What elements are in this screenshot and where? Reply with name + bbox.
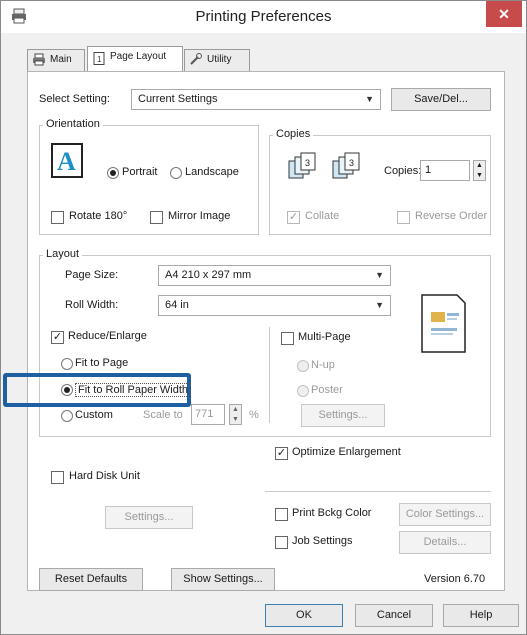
tab-page-layout[interactable]: 1 Page Layout bbox=[87, 46, 183, 72]
chevron-down-icon: ▼ bbox=[375, 270, 384, 280]
page-size-value: A4 210 x 297 mm bbox=[165, 269, 252, 281]
save-del-button[interactable]: Save/Del... bbox=[391, 88, 491, 111]
collate-sets-icon: 3 bbox=[332, 152, 360, 179]
layout-title: Layout bbox=[43, 248, 83, 260]
page-size-label: Page Size: bbox=[65, 269, 119, 281]
select-setting-value: Current Settings bbox=[138, 93, 218, 105]
scale-value: 771 bbox=[195, 408, 214, 420]
scale-input[interactable]: 771 bbox=[191, 404, 225, 425]
chevron-down-icon: ▼ bbox=[365, 94, 374, 104]
n-up-label: N-up bbox=[311, 359, 335, 371]
printer-icon bbox=[33, 53, 45, 66]
reset-defaults-button[interactable]: Reset Defaults bbox=[39, 568, 143, 591]
job-settings-label: Job Settings bbox=[292, 535, 353, 547]
tab-utility-label: Utility bbox=[207, 54, 232, 65]
select-setting-label: Select Setting: bbox=[39, 93, 110, 105]
svg-text:3: 3 bbox=[349, 158, 354, 168]
poster-radio[interactable] bbox=[297, 385, 309, 397]
layout-preview-icon bbox=[421, 294, 466, 353]
hard-disk-unit-checkbox[interactable] bbox=[51, 471, 64, 484]
orientation-title: Orientation bbox=[43, 118, 103, 130]
reduce-enlarge-checkbox[interactable]: ✓ bbox=[51, 331, 64, 344]
multi-page-settings-button[interactable]: Settings... bbox=[301, 404, 385, 427]
rotate-180-label: Rotate 180° bbox=[69, 210, 128, 222]
scale-spinner[interactable]: ▲ ▼ bbox=[229, 404, 242, 425]
page-size-combo[interactable]: A4 210 x 297 mm ▼ bbox=[158, 265, 391, 286]
reverse-order-checkbox[interactable] bbox=[397, 211, 410, 224]
collate-copies-icon: 3 bbox=[288, 152, 316, 179]
fit-to-page-label: Fit to Page bbox=[75, 357, 129, 369]
svg-text:3: 3 bbox=[305, 158, 310, 168]
custom-radio[interactable] bbox=[61, 410, 73, 422]
multi-page-checkbox[interactable] bbox=[281, 332, 294, 345]
fit-to-roll-label: Fit to Roll Paper Width bbox=[75, 383, 192, 397]
job-settings-checkbox[interactable] bbox=[275, 536, 288, 549]
copies-value: 1 bbox=[425, 164, 432, 176]
color-settings-button[interactable]: Color Settings... bbox=[399, 503, 491, 526]
reverse-order-label: Reverse Order bbox=[415, 210, 488, 222]
optimize-enlargement-checkbox[interactable]: ✓ bbox=[275, 447, 288, 460]
roll-width-value: 64 in bbox=[165, 299, 189, 311]
collate-checkbox[interactable]: ✓ bbox=[287, 211, 300, 224]
orientation-preview-icon: A bbox=[51, 143, 83, 178]
n-up-radio[interactable] bbox=[297, 360, 309, 372]
landscape-radio[interactable] bbox=[170, 167, 182, 179]
reduce-enlarge-label: Reduce/Enlarge bbox=[68, 330, 147, 342]
help-button[interactable]: Help bbox=[443, 604, 519, 627]
window-title: Printing Preferences bbox=[195, 8, 332, 25]
print-bckg-color-label: Print Bckg Color bbox=[292, 507, 372, 519]
cancel-button[interactable]: Cancel bbox=[355, 604, 433, 627]
copies-label: Copies: bbox=[384, 165, 422, 177]
rotate-180-checkbox[interactable] bbox=[51, 211, 64, 224]
print-bckg-color-checkbox[interactable] bbox=[275, 508, 288, 521]
show-settings-button[interactable]: Show Settings... bbox=[171, 568, 275, 591]
portrait-radio[interactable] bbox=[107, 167, 119, 179]
tab-page-layout-label: Page Layout bbox=[110, 51, 167, 62]
portrait-label: Portrait bbox=[122, 166, 158, 178]
mirror-image-label: Mirror Image bbox=[168, 210, 231, 222]
svg-text:1: 1 bbox=[97, 55, 102, 64]
hdd-settings-button[interactable]: Settings... bbox=[105, 506, 193, 529]
landscape-label: Landscape bbox=[185, 166, 239, 178]
copies-spinner[interactable]: ▲ ▼ bbox=[473, 160, 486, 181]
separator bbox=[265, 491, 491, 492]
mirror-image-checkbox[interactable] bbox=[150, 211, 163, 224]
page-icon: 1 bbox=[93, 52, 105, 65]
fit-to-roll-radio[interactable] bbox=[61, 384, 73, 396]
select-setting-combo[interactable]: Current Settings ▼ bbox=[131, 89, 381, 110]
roll-width-label: Roll Width: bbox=[65, 299, 119, 311]
fit-to-page-radio[interactable] bbox=[61, 358, 73, 370]
tab-main[interactable]: Main bbox=[27, 49, 85, 71]
svg-text:A: A bbox=[57, 147, 76, 176]
optimize-enlargement-label: Optimize Enlargement bbox=[292, 446, 401, 458]
copies-title: Copies bbox=[273, 128, 314, 140]
printing-preferences-window: Printing Preferences ✕ Main 1 Page Layou… bbox=[0, 0, 527, 635]
chevron-down-icon: ▼ bbox=[375, 300, 384, 310]
version-label: Version 6.70 bbox=[424, 573, 486, 585]
custom-label: Custom bbox=[75, 409, 113, 421]
close-button[interactable]: ✕ bbox=[486, 1, 522, 27]
collate-label: Collate bbox=[305, 210, 340, 222]
scale-to-label: Scale to bbox=[143, 409, 183, 421]
layout-divider bbox=[269, 327, 270, 423]
roll-width-combo[interactable]: 64 in ▼ bbox=[158, 295, 391, 316]
tab-main-label: Main bbox=[50, 54, 72, 65]
details-button[interactable]: Details... bbox=[399, 531, 491, 554]
title-bar: Printing Preferences ✕ bbox=[1, 1, 526, 33]
percent-label: % bbox=[249, 409, 259, 421]
copies-input[interactable]: 1 bbox=[420, 160, 470, 181]
poster-label: Poster bbox=[311, 384, 343, 396]
ok-button[interactable]: OK bbox=[265, 604, 343, 627]
multi-page-label: Multi-Page bbox=[298, 331, 351, 343]
wrench-icon bbox=[190, 53, 202, 65]
hard-disk-unit-label: Hard Disk Unit bbox=[69, 470, 140, 482]
tab-utility[interactable]: Utility bbox=[184, 49, 250, 71]
